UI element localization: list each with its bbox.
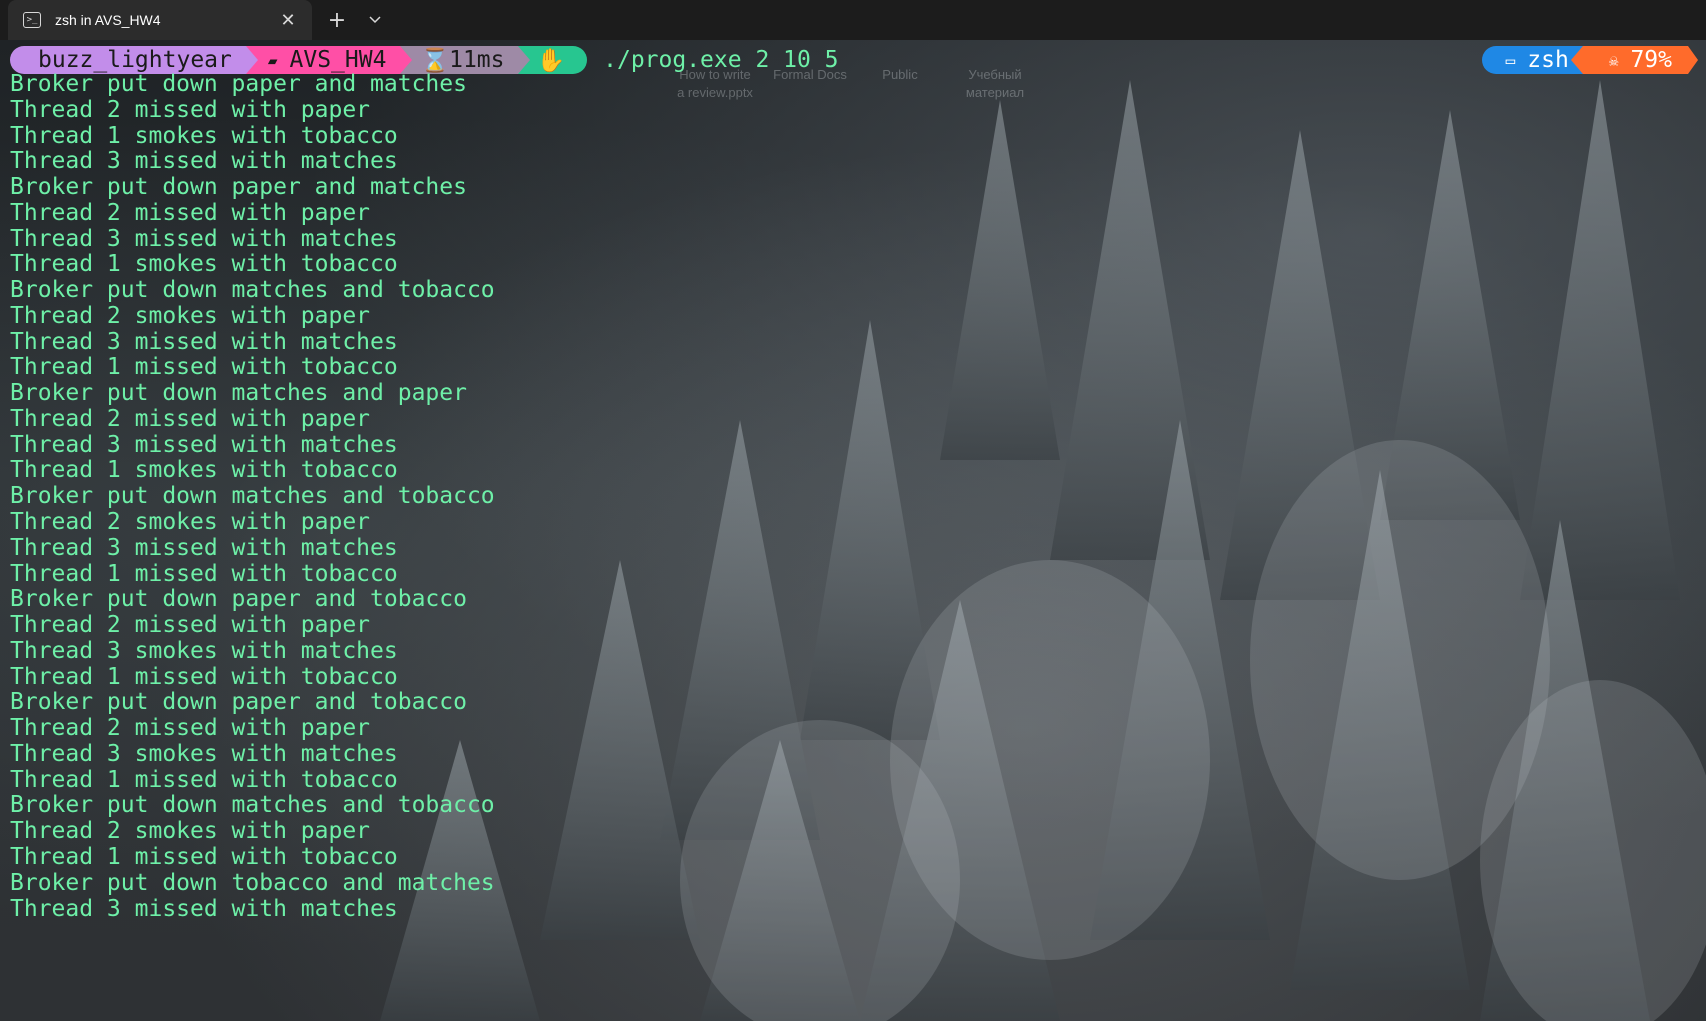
- folder-icon: ▰: [267, 50, 278, 70]
- prompt-line: buzz_lightyear ▰ AVS_HW4 ⌛ 11ms ✋ ./prog…: [10, 46, 839, 74]
- title-bar: >_ zsh in AVS_HW4 ✕ +: [0, 0, 1706, 40]
- output-line: Thread 1 missed with tobacco: [10, 766, 398, 793]
- close-tab-button[interactable]: ✕: [274, 6, 302, 34]
- output-line: Thread 3 smokes with matches: [10, 740, 398, 767]
- output-line: Thread 3 smokes with matches: [10, 637, 398, 664]
- output-line: Broker put down tobacco and matches: [10, 869, 495, 896]
- output-line: Thread 1 smokes with tobacco: [10, 457, 398, 484]
- output-line: Broker put down paper and matches: [10, 174, 467, 201]
- output-line: Thread 3 missed with matches: [10, 431, 398, 458]
- prompt-directory-segment: ▰ AVS_HW4: [245, 46, 413, 74]
- tab-zsh[interactable]: >_ zsh in AVS_HW4 ✕: [8, 0, 312, 40]
- right-prompt: ▭ zsh ☠ 79%: [1481, 46, 1698, 74]
- prompt-battery: 79%: [1630, 47, 1672, 73]
- new-tab-button[interactable]: +: [322, 6, 352, 34]
- prompt-directory: AVS_HW4: [289, 47, 387, 73]
- prompt-user-segment: buzz_lightyear: [10, 46, 258, 74]
- output-line: Broker put down matches and tobacco: [10, 277, 495, 304]
- output-line: Thread 1 missed with tobacco: [10, 560, 398, 587]
- output-line: Thread 1 smokes with tobacco: [10, 251, 398, 278]
- output-line: Thread 3 missed with matches: [10, 148, 398, 175]
- output-line: Thread 3 missed with matches: [10, 225, 398, 252]
- output-line: Thread 3 missed with matches: [10, 328, 398, 355]
- prompt-duration-segment: ⌛ 11ms: [400, 46, 531, 74]
- hourglass-icon: ⌛: [420, 47, 450, 74]
- output-line: Thread 2 missed with paper: [10, 96, 371, 123]
- hand-icon: ✋: [536, 47, 566, 74]
- prompt-duration: 11ms: [449, 47, 505, 73]
- terminal-output: Broker put down paper and matches Thread …: [10, 71, 495, 922]
- tab-dropdown-button[interactable]: [360, 6, 390, 34]
- terminal-icon: >_: [23, 12, 41, 28]
- prompt-command: ./prog.exe 2 10 5: [603, 47, 839, 73]
- terminal-pane[interactable]: How to write a review.pptx Formal Docs P…: [0, 40, 1706, 1021]
- output-line: Thread 2 missed with paper: [10, 405, 371, 432]
- terminal-icon: ▭: [1505, 50, 1516, 70]
- output-line: Thread 2 smokes with paper: [10, 509, 371, 536]
- output-line: Thread 2 smokes with paper: [10, 302, 371, 329]
- output-line: Thread 3 missed with matches: [10, 534, 398, 561]
- output-line: Broker put down matches and paper: [10, 380, 467, 407]
- tab-title: zsh in AVS_HW4: [55, 12, 161, 28]
- desktop-icon-label: Public: [882, 67, 918, 82]
- prompt-battery-segment: ☠ 79%: [1570, 46, 1688, 74]
- output-line: Thread 2 smokes with paper: [10, 818, 371, 845]
- output-line: Thread 2 missed with paper: [10, 715, 371, 742]
- prompt-user: buzz_lightyear: [38, 47, 232, 73]
- output-line: Broker put down paper and tobacco: [10, 586, 467, 613]
- prompt-shell-segment: ▭ zsh: [1481, 46, 1583, 74]
- output-line: Thread 3 missed with matches: [10, 895, 398, 922]
- chevron-down-icon: [369, 16, 381, 24]
- output-line: Thread 1 missed with tobacco: [10, 843, 398, 870]
- output-line: Broker put down matches and tobacco: [10, 483, 495, 510]
- desktop-icon-label: Учебный материал: [965, 67, 1025, 100]
- skull-icon: ☠: [1608, 50, 1619, 70]
- output-line: Thread 1 missed with tobacco: [10, 663, 398, 690]
- output-line: Thread 2 missed with paper: [10, 612, 371, 639]
- output-line: Broker put down paper and tobacco: [10, 689, 467, 716]
- prompt-shell: zsh: [1527, 47, 1569, 73]
- output-line: Thread 1 missed with tobacco: [10, 354, 398, 381]
- output-line: Thread 2 missed with paper: [10, 199, 371, 226]
- output-line: Thread 1 smokes with tobacco: [10, 122, 398, 149]
- output-line: Broker put down matches and tobacco: [10, 792, 495, 819]
- output-line: Broker put down paper and matches: [10, 71, 467, 97]
